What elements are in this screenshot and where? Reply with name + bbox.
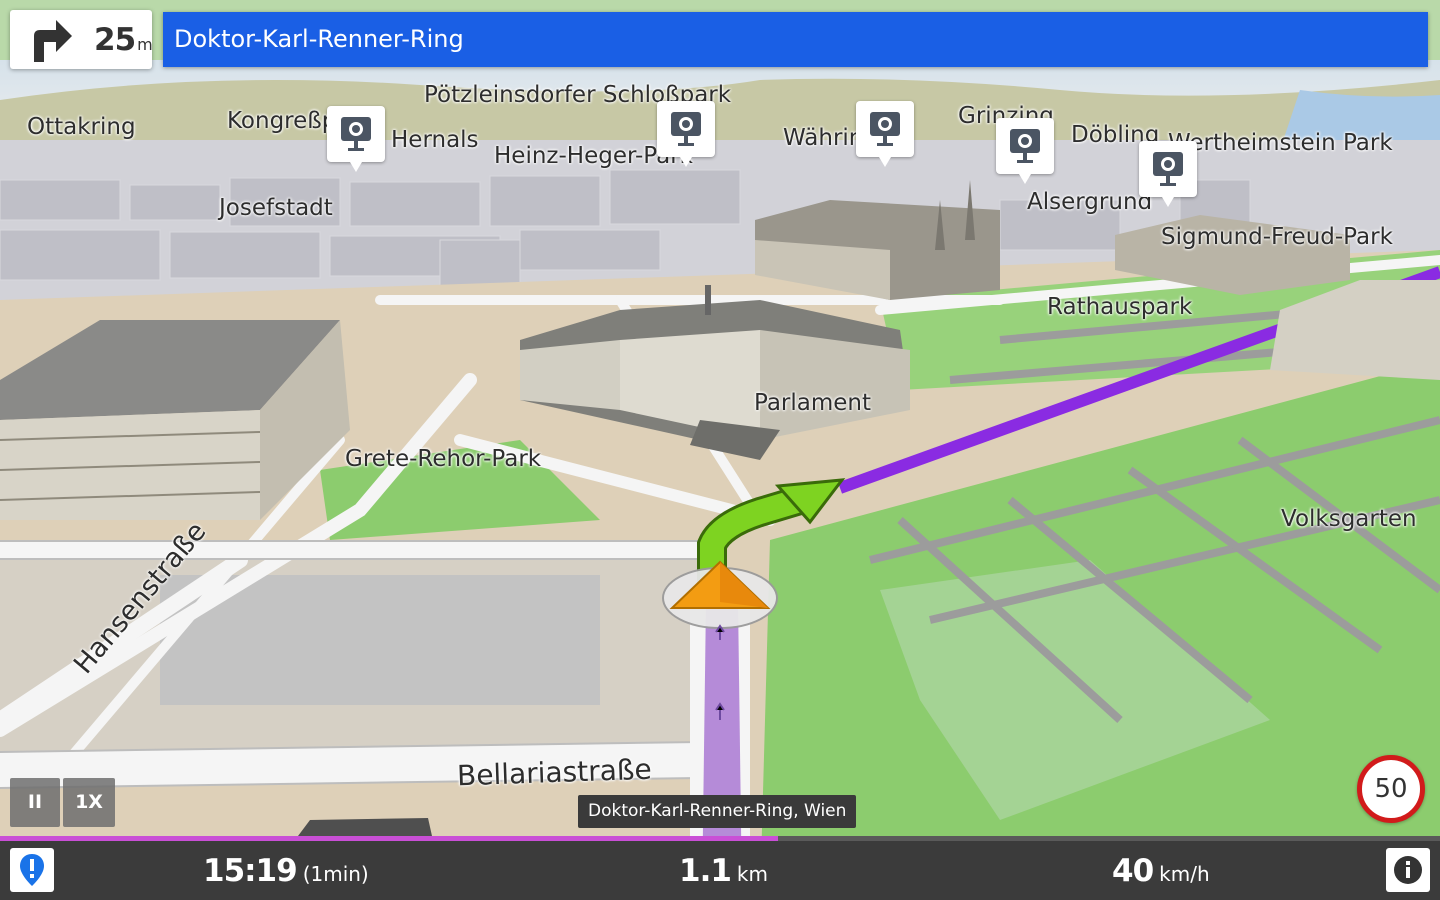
info-icon <box>1394 856 1422 884</box>
menu-button[interactable] <box>10 848 54 892</box>
speed-camera-icon <box>870 112 900 146</box>
current-speed: 40 <box>1112 853 1154 889</box>
map-label-parlament: Parlament <box>754 390 872 416</box>
map-label-hernals: Hernals <box>391 127 479 153</box>
remaining-distance-group: 1.1 km <box>679 853 768 889</box>
speed-camera-icon <box>671 112 701 146</box>
map-label-josefstadt: Josefstadt <box>219 195 333 221</box>
speed-camera-icon <box>1153 152 1183 186</box>
turn-right-icon <box>34 20 72 62</box>
speed-camera-poi[interactable] <box>657 101 715 167</box>
trip-info-bar: 15:19 (1min) 1.1 km 40 km/h <box>0 841 1440 900</box>
map-label-alsergrund: Alsergrund <box>1027 189 1153 215</box>
turn-distance: 25 m <box>94 22 153 58</box>
current-speed-unit: km/h <box>1159 862 1210 886</box>
speed-camera-poi[interactable] <box>327 106 385 172</box>
current-location-label: Doktor-Karl-Renner-Ring, Wien <box>578 795 857 828</box>
remaining-distance: 1.1 <box>679 853 732 889</box>
next-street-bar[interactable]: Doktor-Karl-Renner-Ring <box>163 12 1428 67</box>
remaining-time: (1min) <box>302 862 369 886</box>
speed-camera-poi[interactable] <box>996 118 1054 184</box>
arrival-time-group: 15:19 (1min) <box>203 853 369 889</box>
speed-camera-icon <box>1010 129 1040 163</box>
speed-camera-poi[interactable] <box>856 101 914 167</box>
map-label-rathauspark: Rathauspark <box>1047 294 1193 320</box>
map-label-sigmund-freud-park: Sigmund-Freud-Park <box>1161 224 1393 250</box>
speed-limit-sign: 50 <box>1357 755 1425 823</box>
remaining-distance-unit: km <box>736 862 768 886</box>
map-label-bellariastrasse: Bellariastraße <box>456 752 653 793</box>
turn-distance-unit: m <box>137 35 153 54</box>
map-label-grete-rehor-park: Grete-Rehor-Park <box>345 446 542 472</box>
pause-button[interactable]: II <box>10 778 60 827</box>
info-button[interactable] <box>1386 848 1430 892</box>
speed-camera-icon <box>341 117 371 151</box>
building-foreground <box>298 818 432 836</box>
next-turn-panel[interactable]: 25 m <box>10 10 153 69</box>
current-speed-group: 40 km/h <box>1112 853 1210 889</box>
map-label-volksgarten: Volksgarten <box>1281 506 1417 532</box>
map-label-ottakring: Ottakring <box>27 114 136 140</box>
arrival-time: 15:19 <box>203 853 298 889</box>
speed-camera-poi[interactable] <box>1139 141 1197 207</box>
location-pin-icon <box>20 854 44 886</box>
playback-speed-button[interactable]: 1X <box>63 778 115 827</box>
map-label-wertheimstein-park: Wertheimstein Park <box>1168 130 1393 156</box>
next-street-name: Doktor-Karl-Renner-Ring <box>174 25 464 53</box>
turn-distance-value: 25 <box>94 22 136 58</box>
